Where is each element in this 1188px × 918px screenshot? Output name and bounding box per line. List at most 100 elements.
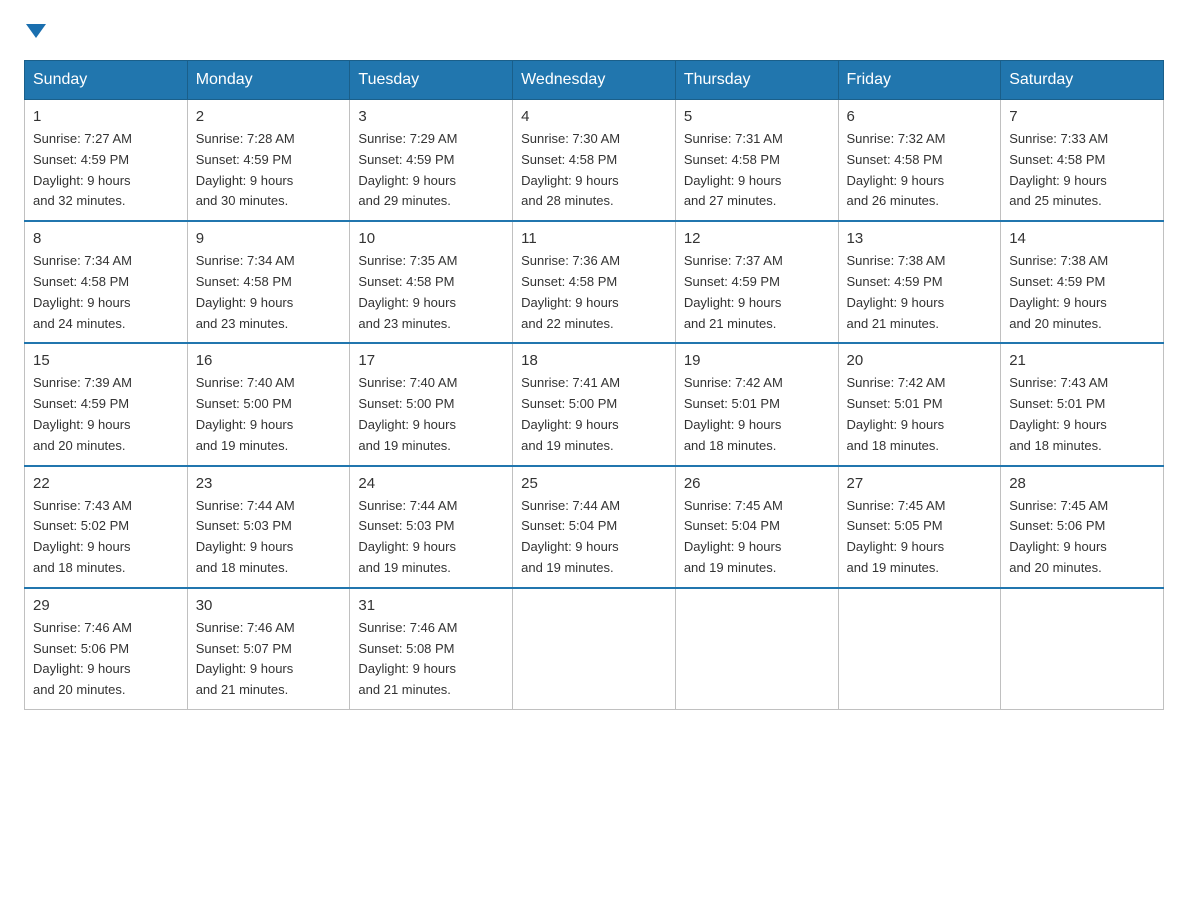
calendar-cell [675,588,838,710]
day-info: Sunrise: 7:37 AMSunset: 4:59 PMDaylight:… [684,251,830,334]
calendar-cell: 21 Sunrise: 7:43 AMSunset: 5:01 PMDayligh… [1001,343,1164,465]
day-info: Sunrise: 7:42 AMSunset: 5:01 PMDaylight:… [847,373,993,456]
day-info: Sunrise: 7:38 AMSunset: 4:59 PMDaylight:… [847,251,993,334]
day-number: 26 [684,475,830,492]
day-number: 6 [847,108,993,125]
column-header-wednesday: Wednesday [513,61,676,100]
calendar-cell [513,588,676,710]
calendar-cell: 18 Sunrise: 7:41 AMSunset: 5:00 PMDayligh… [513,343,676,465]
day-info: Sunrise: 7:46 AMSunset: 5:06 PMDaylight:… [33,618,179,701]
day-number: 12 [684,230,830,247]
day-info: Sunrise: 7:32 AMSunset: 4:58 PMDaylight:… [847,129,993,212]
day-number: 24 [358,475,504,492]
calendar-cell: 17 Sunrise: 7:40 AMSunset: 5:00 PMDayligh… [350,343,513,465]
column-header-thursday: Thursday [675,61,838,100]
day-number: 19 [684,352,830,369]
day-number: 10 [358,230,504,247]
day-number: 14 [1009,230,1155,247]
day-number: 9 [196,230,342,247]
day-info: Sunrise: 7:38 AMSunset: 4:59 PMDaylight:… [1009,251,1155,334]
calendar-cell: 26 Sunrise: 7:45 AMSunset: 5:04 PMDayligh… [675,466,838,588]
calendar-cell: 13 Sunrise: 7:38 AMSunset: 4:59 PMDayligh… [838,221,1001,343]
day-info: Sunrise: 7:43 AMSunset: 5:01 PMDaylight:… [1009,373,1155,456]
calendar-cell: 19 Sunrise: 7:42 AMSunset: 5:01 PMDayligh… [675,343,838,465]
day-number: 20 [847,352,993,369]
calendar-table: SundayMondayTuesdayWednesdayThursdayFrid… [24,60,1164,710]
week-row-2: 8 Sunrise: 7:34 AMSunset: 4:58 PMDaylight… [25,221,1164,343]
day-number: 27 [847,475,993,492]
day-info: Sunrise: 7:35 AMSunset: 4:58 PMDaylight:… [358,251,504,334]
day-number: 16 [196,352,342,369]
calendar-cell: 1 Sunrise: 7:27 AMSunset: 4:59 PMDaylight… [25,100,188,222]
calendar-header-row: SundayMondayTuesdayWednesdayThursdayFrid… [25,61,1164,100]
page-header [24,24,1164,40]
day-info: Sunrise: 7:40 AMSunset: 5:00 PMDaylight:… [358,373,504,456]
calendar-cell: 4 Sunrise: 7:30 AMSunset: 4:58 PMDaylight… [513,100,676,222]
calendar-cell: 3 Sunrise: 7:29 AMSunset: 4:59 PMDaylight… [350,100,513,222]
calendar-cell: 31Sunrise: 7:46 AMSunset: 5:08 PMDayligh… [350,588,513,710]
day-info: Sunrise: 7:44 AMSunset: 5:04 PMDaylight:… [521,496,667,579]
day-info: Sunrise: 7:42 AMSunset: 5:01 PMDaylight:… [684,373,830,456]
calendar-cell: 22 Sunrise: 7:43 AMSunset: 5:02 PMDayligh… [25,466,188,588]
day-number: 2 [196,108,342,125]
day-info: Sunrise: 7:27 AMSunset: 4:59 PMDaylight:… [33,129,179,212]
calendar-cell: 9 Sunrise: 7:34 AMSunset: 4:58 PMDaylight… [187,221,350,343]
day-info: Sunrise: 7:41 AMSunset: 5:00 PMDaylight:… [521,373,667,456]
day-info: Sunrise: 7:29 AMSunset: 4:59 PMDaylight:… [358,129,504,212]
day-info: Sunrise: 7:43 AMSunset: 5:02 PMDaylight:… [33,496,179,579]
day-number: 5 [684,108,830,125]
calendar-cell: 7Sunrise: 7:33 AMSunset: 4:58 PMDaylight… [1001,100,1164,222]
day-number: 17 [358,352,504,369]
logo-arrow-icon [26,24,46,38]
column-header-tuesday: Tuesday [350,61,513,100]
column-header-sunday: Sunday [25,61,188,100]
calendar-cell: 23 Sunrise: 7:44 AMSunset: 5:03 PMDayligh… [187,466,350,588]
day-info: Sunrise: 7:34 AMSunset: 4:58 PMDaylight:… [196,251,342,334]
calendar-cell: 30 Sunrise: 7:46 AMSunset: 5:07 PMDayligh… [187,588,350,710]
calendar-cell: 20 Sunrise: 7:42 AMSunset: 5:01 PMDayligh… [838,343,1001,465]
day-number: 29 [33,597,179,614]
calendar-cell: 8 Sunrise: 7:34 AMSunset: 4:58 PMDaylight… [25,221,188,343]
day-number: 18 [521,352,667,369]
day-number: 22 [33,475,179,492]
day-number: 7 [1009,108,1155,125]
day-number: 1 [33,108,179,125]
day-number: 3 [358,108,504,125]
day-number: 13 [847,230,993,247]
day-number: 23 [196,475,342,492]
column-header-monday: Monday [187,61,350,100]
calendar-cell: 16Sunrise: 7:40 AMSunset: 5:00 PMDayligh… [187,343,350,465]
column-header-saturday: Saturday [1001,61,1164,100]
day-info: Sunrise: 7:45 AMSunset: 5:05 PMDaylight:… [847,496,993,579]
day-number: 4 [521,108,667,125]
day-info: Sunrise: 7:34 AMSunset: 4:58 PMDaylight:… [33,251,179,334]
calendar-cell: 12 Sunrise: 7:37 AMSunset: 4:59 PMDayligh… [675,221,838,343]
week-row-4: 22 Sunrise: 7:43 AMSunset: 5:02 PMDayligh… [25,466,1164,588]
calendar-cell: 10 Sunrise: 7:35 AMSunset: 4:58 PMDayligh… [350,221,513,343]
week-row-5: 29 Sunrise: 7:46 AMSunset: 5:06 PMDayligh… [25,588,1164,710]
calendar-cell [838,588,1001,710]
calendar-cell: 29 Sunrise: 7:46 AMSunset: 5:06 PMDayligh… [25,588,188,710]
day-info: Sunrise: 7:44 AMSunset: 5:03 PMDaylight:… [196,496,342,579]
day-number: 8 [33,230,179,247]
day-info: Sunrise: 7:30 AMSunset: 4:58 PMDaylight:… [521,129,667,212]
day-number: 21 [1009,352,1155,369]
calendar-cell: 5 Sunrise: 7:31 AMSunset: 4:58 PMDaylight… [675,100,838,222]
week-row-3: 15 Sunrise: 7:39 AMSunset: 4:59 PMDayligh… [25,343,1164,465]
day-number: 28 [1009,475,1155,492]
day-number: 11 [521,230,667,247]
calendar-cell: 25 Sunrise: 7:44 AMSunset: 5:04 PMDayligh… [513,466,676,588]
day-info: Sunrise: 7:45 AMSunset: 5:04 PMDaylight:… [684,496,830,579]
day-number: 25 [521,475,667,492]
day-info: Sunrise: 7:46 AMSunset: 5:08 PMDaylight:… [358,618,504,701]
day-number: 30 [196,597,342,614]
day-info: Sunrise: 7:31 AMSunset: 4:58 PMDaylight:… [684,129,830,212]
day-info: Sunrise: 7:45 AMSunset: 5:06 PMDaylight:… [1009,496,1155,579]
calendar-cell: 11Sunrise: 7:36 AMSunset: 4:58 PMDayligh… [513,221,676,343]
column-header-friday: Friday [838,61,1001,100]
day-info: Sunrise: 7:46 AMSunset: 5:07 PMDaylight:… [196,618,342,701]
day-info: Sunrise: 7:39 AMSunset: 4:59 PMDaylight:… [33,373,179,456]
calendar-cell: 2 Sunrise: 7:28 AMSunset: 4:59 PMDaylight… [187,100,350,222]
day-info: Sunrise: 7:28 AMSunset: 4:59 PMDaylight:… [196,129,342,212]
day-number: 15 [33,352,179,369]
